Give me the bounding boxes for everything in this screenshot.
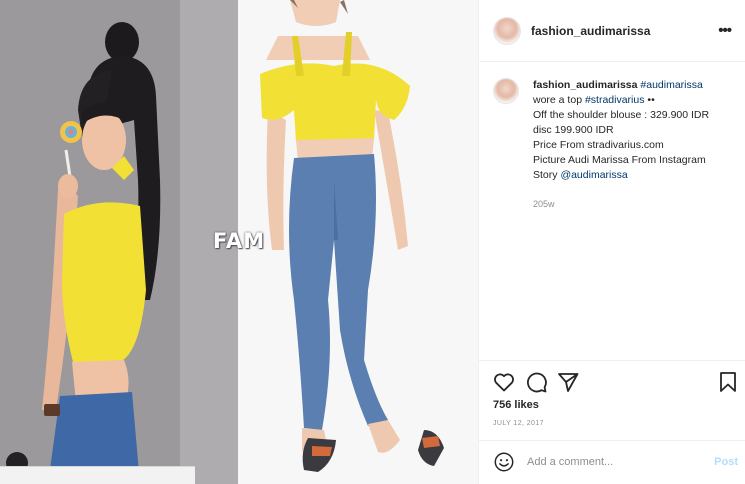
caption-line-1: fashion_audimarissa #audimarissa: [533, 78, 733, 93]
right-photo: [238, 0, 478, 484]
left-photo: [0, 0, 238, 484]
likes-count[interactable]: 756 likes: [493, 399, 539, 411]
caption-price-line: Off the shoulder blouse : 329.900 IDR: [533, 109, 710, 121]
comment-divider: [479, 440, 745, 441]
caption-story-line: Story @audimarissa: [533, 168, 733, 183]
story-bottom-bar: [0, 466, 195, 484]
caption-discount-line: disc 199.900 IDR: [533, 124, 614, 136]
author-username[interactable]: fashion_audimarissa: [531, 24, 650, 38]
post-side-panel: fashion_audimarissa ••• fashion_audimari…: [478, 0, 745, 484]
comment-icon[interactable]: [524, 370, 548, 394]
caption-story-text: Story: [533, 169, 558, 181]
post-header: fashion_audimarissa •••: [479, 0, 745, 62]
caption-time-ago[interactable]: 205w: [533, 197, 733, 212]
left-photo-illustration: [0, 0, 238, 484]
post-date[interactable]: JULY 12, 2017: [493, 420, 544, 427]
hashtag-audimarissa[interactable]: #audimarissa: [640, 79, 702, 91]
watermark: FAM: [213, 229, 266, 253]
caption-avatar[interactable]: [493, 78, 519, 104]
more-icon[interactable]: •••: [718, 22, 732, 39]
mention-audimarissa[interactable]: @audimarissa: [560, 169, 627, 181]
caption-line-2: wore a top #stradivarius ••: [533, 93, 733, 108]
caption-username[interactable]: fashion_audimarissa: [533, 79, 637, 91]
share-icon[interactable]: [556, 370, 580, 394]
actions-divider: [479, 360, 745, 361]
author-avatar[interactable]: [493, 16, 521, 45]
caption-source-line: Price From stradivarius.com: [533, 139, 664, 151]
caption: fashion_audimarissa #audimarissa wore a …: [493, 78, 738, 212]
hashtag-stradivarius[interactable]: #stradivarius: [585, 94, 645, 106]
post-comment-button[interactable]: Post: [714, 456, 738, 468]
heart-icon[interactable]: [492, 370, 516, 394]
comment-input[interactable]: [527, 456, 715, 468]
post-media[interactable]: FAM: [0, 0, 478, 484]
right-photo-illustration: [238, 0, 478, 484]
caption-picture-line: Picture Audi Marissa From Instagram: [533, 154, 706, 166]
bookmark-icon[interactable]: [716, 370, 740, 394]
emoji-icon[interactable]: [493, 451, 515, 473]
caption-dots: ••: [647, 94, 655, 106]
comment-row: Post: [493, 450, 738, 474]
action-bar: [492, 370, 740, 394]
caption-body: fashion_audimarissa #audimarissa wore a …: [533, 78, 733, 212]
caption-text: wore a top: [533, 94, 583, 106]
